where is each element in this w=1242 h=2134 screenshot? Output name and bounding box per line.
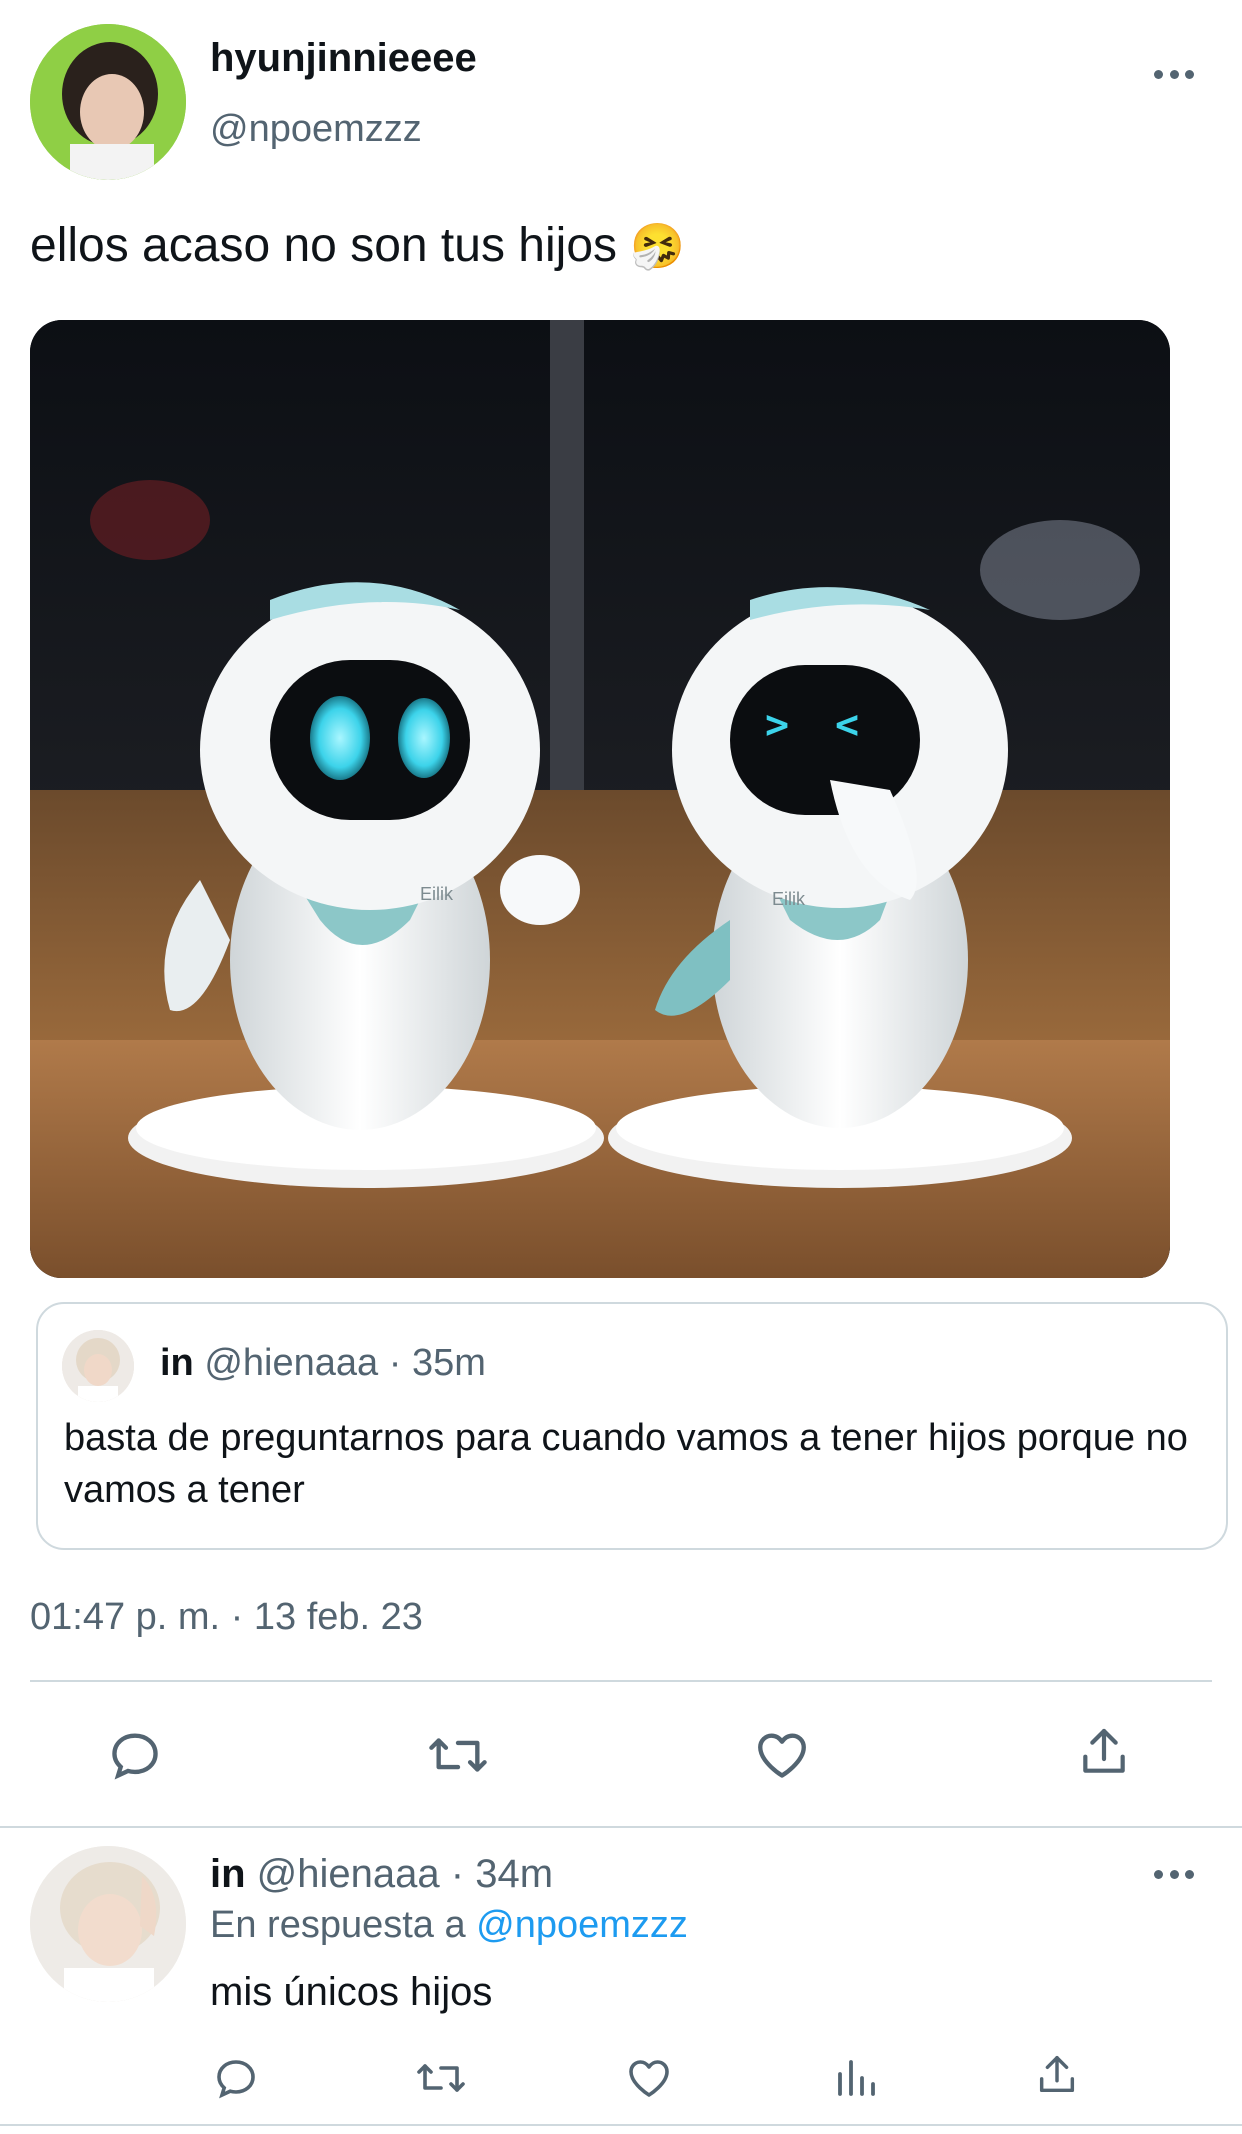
heart-icon (758, 1733, 806, 1778)
reply-text: mis únicos hijos (210, 1970, 493, 2014)
quote-avatar (62, 1330, 134, 1402)
tweet-timestamp[interactable]: 01:47 p. m. · 13 feb. 23 (30, 1596, 423, 1639)
author-name[interactable]: hyunjinnieeee (210, 36, 477, 81)
reply-separator: · (450, 1852, 465, 1896)
quote-author-handle: @hienaaa (204, 1342, 379, 1384)
reply-header: in @hienaaa · 34m (210, 1852, 553, 1897)
section-divider (0, 1826, 1242, 1828)
avatar-photo (30, 24, 186, 180)
robots-photo: Eilik > < Eilik (30, 320, 1170, 1278)
analytics-icon (838, 2060, 875, 2096)
tweet-image[interactable]: Eilik > < Eilik (30, 320, 1170, 1278)
quote-header: in @hienaaa · 35m (160, 1342, 486, 1385)
retweet-icon (417, 2064, 465, 2092)
share-icon (1083, 1728, 1125, 1773)
heart-icon (629, 2060, 669, 2097)
eye-left-glyph: > (765, 702, 789, 748)
comment-icon (112, 1733, 158, 1780)
reply-reply-button[interactable] (212, 2054, 260, 2102)
comment-icon (217, 2060, 255, 2099)
more-icon[interactable] (1154, 1868, 1194, 1880)
left-robot-logo: Eilik (420, 884, 454, 904)
bottom-divider (0, 2124, 1242, 2126)
share-button[interactable] (1076, 1722, 1132, 1782)
reply-like-button[interactable] (624, 2054, 674, 2102)
reply-author-handle[interactable]: @hienaaa (257, 1852, 440, 1896)
reply-button[interactable] (106, 1726, 164, 1784)
tweet-text-line: ellos acaso no son tus hijos 🤧 (30, 218, 685, 273)
quote-text: basta de preguntarnos para cuando vamos … (64, 1417, 1188, 1511)
reply-prefix: En respuesta a (210, 1904, 466, 1946)
share-icon (1039, 2056, 1075, 2093)
eye-right-glyph: < (835, 702, 859, 748)
quote-author-name: in (160, 1342, 194, 1384)
reply-avatar-photo (30, 1846, 186, 2002)
tweet-text: ellos acaso no son tus hijos (30, 219, 618, 272)
retweet-button[interactable] (426, 1726, 490, 1784)
more-icon[interactable] (1154, 68, 1194, 80)
reply-avatar[interactable] (30, 1846, 186, 2002)
reply-author-name[interactable]: in (210, 1852, 246, 1896)
reply-context: En respuesta a @npoemzzz (210, 1904, 688, 1947)
sneezing-face-emoji: 🤧 (630, 222, 686, 271)
author-avatar[interactable] (30, 24, 186, 180)
quote-time: 35m (411, 1342, 486, 1384)
right-robot-logo: Eilik (772, 889, 806, 909)
reply-to-mention[interactable]: @npoemzzz (476, 1904, 688, 1946)
quote-separator: · (388, 1342, 402, 1384)
retweet-icon (429, 1738, 487, 1772)
reply-analytics-button[interactable] (832, 2054, 880, 2102)
like-button[interactable] (752, 1726, 812, 1784)
reply-time: 34m (475, 1852, 554, 1896)
reply-retweet-button[interactable] (414, 2054, 468, 2102)
reply-share-button[interactable] (1034, 2050, 1080, 2100)
quoted-tweet[interactable]: in @hienaaa · 35m basta de preguntarnos … (36, 1302, 1228, 1550)
author-handle[interactable]: @npoemzzz (210, 108, 422, 151)
divider (30, 1680, 1212, 1682)
